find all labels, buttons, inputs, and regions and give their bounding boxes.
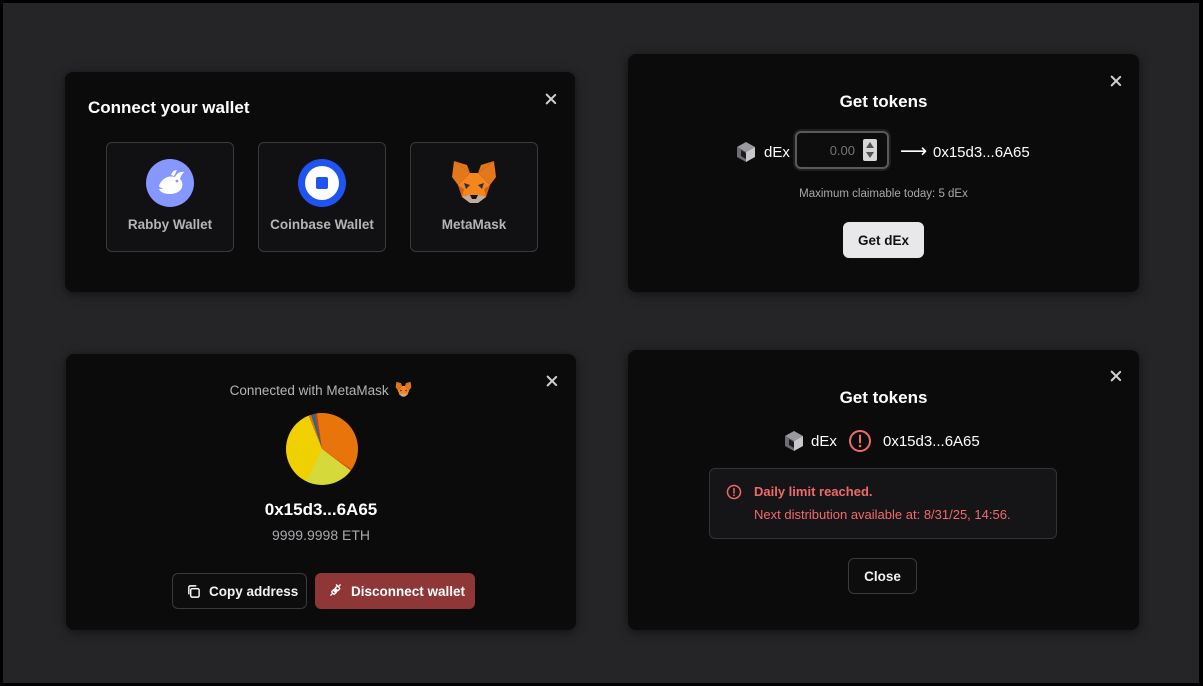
connected-text: Connected with MetaMask bbox=[229, 383, 389, 398]
alert-message: Next distribution available at: 8/31/25,… bbox=[754, 507, 1011, 522]
error-icon bbox=[849, 430, 871, 452]
number-stepper-icon[interactable] bbox=[863, 139, 877, 161]
get-tokens-dialog: Get tokens dEx ⟶ 0x15d3...6A65 Maximum c… bbox=[628, 54, 1139, 292]
token-symbol: dEx bbox=[811, 433, 837, 450]
dialog-title: Get tokens bbox=[839, 92, 928, 111]
close-icon[interactable] bbox=[1109, 74, 1123, 88]
avatar bbox=[286, 413, 358, 485]
close-icon[interactable] bbox=[1109, 369, 1123, 383]
wallet-option-metamask[interactable]: MetaMask bbox=[410, 142, 538, 252]
page-background: Connect your wallet Rabby Wallet Coinbas… bbox=[3, 3, 1199, 683]
token-symbol: dEx bbox=[764, 144, 790, 161]
error-alert: Daily limit reached. Next distribution a… bbox=[709, 468, 1057, 539]
get-tokens-error-dialog: Get tokens dEx 0x15d3...6A65 Daily limit… bbox=[628, 350, 1139, 630]
wallet-option-coinbase[interactable]: Coinbase Wallet bbox=[258, 142, 386, 252]
wallet-option-rabby[interactable]: Rabby Wallet bbox=[106, 142, 234, 252]
alert-title: Daily limit reached. bbox=[754, 484, 873, 499]
recipient-address: 0x15d3...6A65 bbox=[933, 144, 1030, 161]
wallet-balance: 9999.9998 ETH bbox=[271, 527, 371, 543]
dialog-title: Connect your wallet bbox=[88, 98, 250, 117]
disconnect-plug-icon bbox=[330, 584, 341, 596]
connect-wallet-dialog: Connect your wallet Rabby Wallet Coinbas… bbox=[65, 72, 575, 292]
amount-field[interactable] bbox=[803, 139, 855, 161]
copy-address-button[interactable]: Copy address bbox=[172, 573, 307, 609]
copy-address-label: Copy address bbox=[209, 583, 299, 599]
wallet-label: Coinbase Wallet bbox=[270, 217, 374, 232]
close-icon[interactable] bbox=[544, 92, 558, 106]
get-dex-button[interactable]: Get dEx bbox=[843, 222, 924, 258]
disconnect-wallet-button[interactable]: Disconnect wallet bbox=[315, 573, 475, 609]
dex-token-icon bbox=[737, 142, 755, 162]
metamask-fox-icon bbox=[452, 161, 496, 203]
connected-wallet-dialog: Connected with MetaMask 0x15d3...6A65 99… bbox=[66, 354, 576, 630]
wallet-address: 0x15d3...6A65 bbox=[264, 500, 378, 519]
claim-limit-text: Maximum claimable today: 5 dEx bbox=[799, 188, 968, 200]
dex-token-icon bbox=[785, 431, 803, 451]
wallet-label: Rabby Wallet bbox=[127, 217, 213, 232]
metamask-fox-icon bbox=[396, 381, 412, 397]
arrow-right-icon: ⟶ bbox=[900, 141, 928, 162]
alert-circle-icon bbox=[726, 484, 742, 500]
close-button[interactable]: Close bbox=[848, 558, 917, 594]
dialog-title: Get tokens bbox=[839, 388, 928, 407]
recipient-address: 0x15d3...6A65 bbox=[883, 433, 980, 450]
coinbase-icon bbox=[298, 159, 346, 207]
rabby-icon bbox=[146, 159, 194, 207]
disconnect-wallet-label: Disconnect wallet bbox=[351, 583, 466, 599]
wallet-label: MetaMask bbox=[441, 217, 507, 232]
connected-status: Connected with MetaMask bbox=[66, 381, 576, 398]
amount-input[interactable] bbox=[795, 131, 889, 169]
copy-icon bbox=[188, 585, 200, 598]
